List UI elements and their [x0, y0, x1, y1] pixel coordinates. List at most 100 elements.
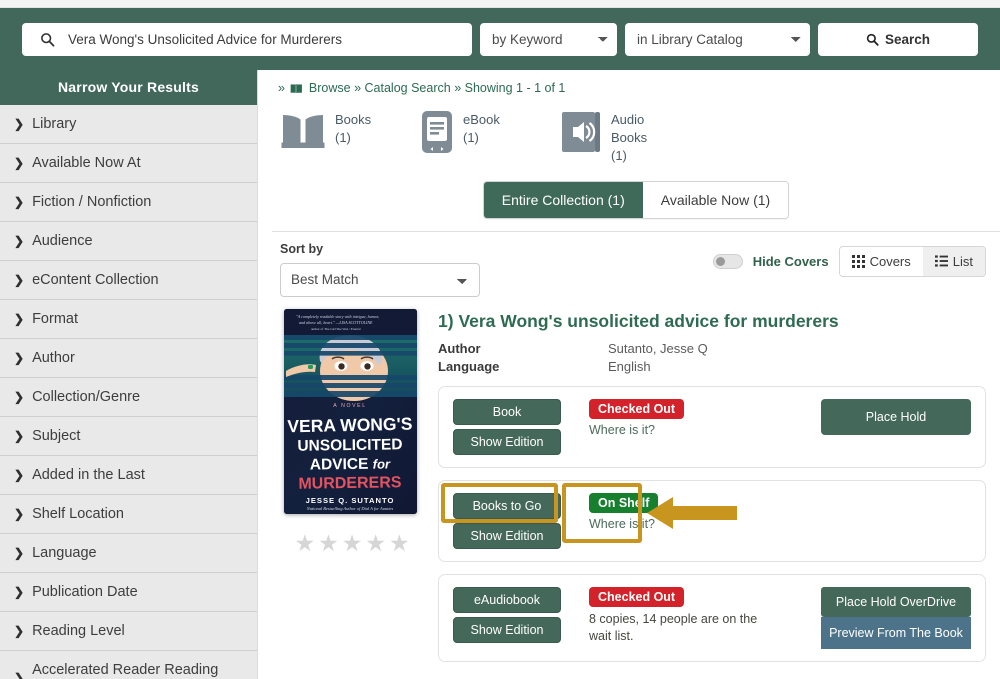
meta-value-language: English	[608, 359, 986, 374]
facet-available-now-at[interactable]: ❯ Available Now At	[0, 144, 257, 183]
facet-econtent-collection[interactable]: ❯ eContent Collection	[0, 261, 257, 300]
search-button[interactable]: Search	[818, 23, 978, 56]
breadcrumb-catalog-search[interactable]: Catalog Search	[365, 81, 451, 95]
where-is-it-link[interactable]: Where is it?	[589, 517, 801, 531]
format-button-books-to-go[interactable]: Books to Go	[453, 493, 561, 519]
sort-select[interactable]: Best Match	[280, 263, 480, 297]
hide-covers-toggle[interactable]	[713, 254, 743, 269]
facet-author[interactable]: ❯ Author	[0, 339, 257, 378]
manifestation-card-books-to-go: Books to Go Show Edition On Shelf Where …	[438, 480, 986, 562]
format-label-text: Audio Books	[611, 112, 647, 145]
format-summary-books[interactable]: Books (1)	[280, 109, 398, 165]
format-count-text: (1)	[463, 130, 479, 145]
chevron-right-icon: ❯	[14, 156, 24, 170]
chevron-right-icon: ❯	[14, 312, 24, 326]
show-edition-button[interactable]: Show Edition	[453, 429, 561, 455]
book-cover-image[interactable]: "A completely readable story with intrig…	[284, 309, 417, 514]
sort-and-view-controls: Sort by Best Match Hide Covers	[272, 232, 1000, 297]
star-icon[interactable]: ★	[318, 532, 339, 555]
facet-publication-date[interactable]: ❯ Publication Date	[0, 573, 257, 612]
chevron-right-icon: ❯	[14, 390, 24, 404]
breadcrumb-sep: »	[354, 81, 361, 95]
tab-available-now[interactable]: Available Now (1)	[643, 182, 788, 218]
format-summary-audio-books[interactable]: Audio Books (1)	[560, 109, 678, 165]
format-label-text: Books	[335, 112, 371, 127]
open-book-icon	[280, 109, 326, 153]
facet-shelf-location[interactable]: ❯ Shelf Location	[0, 495, 257, 534]
copies-availability-text: 8 copies, 14 people are on the wait list…	[589, 611, 779, 645]
facet-ar-reading-level[interactable]: ❯ Accelerated Reader Reading Level	[0, 651, 257, 679]
collection-tabs: Entire Collection (1) Available Now (1)	[272, 181, 1000, 219]
star-icon[interactable]: ★	[342, 532, 363, 555]
search-field[interactable]	[22, 23, 472, 56]
breadcrumb-showing[interactable]: Showing 1 - 1 of 1	[465, 81, 566, 95]
tab-entire-collection[interactable]: Entire Collection (1)	[484, 182, 643, 218]
sort-label: Sort by	[280, 242, 480, 256]
list-view-button[interactable]: List	[923, 247, 985, 276]
facet-reading-level[interactable]: ❯ Reading Level	[0, 612, 257, 651]
facet-fiction-nonfiction[interactable]: ❯ Fiction / Nonfiction	[0, 183, 257, 222]
breadcrumb-browse[interactable]: Browse	[309, 81, 351, 95]
show-edition-button[interactable]: Show Edition	[453, 617, 561, 643]
search-input[interactable]	[62, 31, 462, 48]
ebook-tablet-icon	[420, 109, 454, 155]
facet-library[interactable]: ❯ Library	[0, 105, 257, 144]
view-controls: Hide Covers	[713, 242, 986, 277]
view-mode-buttons: Covers	[839, 246, 986, 277]
facet-sidebar: Narrow Your Results ❯ Library ❯ Availabl…	[0, 70, 258, 679]
facet-label: Fiction / Nonfiction	[32, 194, 151, 210]
facet-subject[interactable]: ❯ Subject	[0, 417, 257, 456]
sort-control: Sort by Best Match	[280, 242, 480, 297]
format-summary-label: Books (1)	[335, 109, 371, 147]
covers-view-button[interactable]: Covers	[840, 247, 923, 276]
results-main: » Browse » Catalog Search » Showing 1 - …	[258, 70, 1000, 679]
facet-list: ❯ Library ❯ Available Now At ❯ Fiction /…	[0, 105, 257, 679]
status-badge: On Shelf	[589, 493, 658, 513]
star-icon[interactable]: ★	[389, 532, 410, 555]
facet-label: Accelerated Reader Reading Level	[32, 662, 243, 679]
status-badge: Checked Out	[589, 399, 684, 419]
result-title[interactable]: 1) Vera Wong's unsolicited advice for mu…	[438, 311, 986, 332]
search-bar: by Keyword in Library Catalog Search	[22, 23, 978, 56]
facet-label: eContent Collection	[32, 272, 159, 288]
card-actions: Place Hold OverDrive Preview From The Bo…	[821, 587, 971, 649]
star-icon[interactable]: ★	[294, 532, 315, 555]
facet-language[interactable]: ❯ Language	[0, 534, 257, 573]
chevron-right-icon: ❯	[14, 468, 24, 482]
list-icon	[935, 255, 948, 267]
chevron-right-icon: ❯	[14, 546, 24, 560]
format-summary-ebook[interactable]: eBook (1)	[420, 109, 538, 165]
search-scope-select[interactable]: in Library Catalog	[625, 23, 810, 56]
rating-stars[interactable]: ★ ★ ★ ★ ★	[284, 532, 420, 555]
facet-label: Added in the Last	[32, 467, 145, 483]
place-hold-overdrive-button[interactable]: Place Hold OverDrive	[821, 587, 971, 617]
cover-column: "A completely readable story with intrig…	[284, 309, 420, 674]
facet-label: Author	[32, 350, 75, 366]
meta-value-author[interactable]: Sutanto, Jesse Q	[608, 341, 986, 356]
chevron-right-icon: ❯	[14, 429, 24, 443]
format-count-text: (1)	[335, 130, 351, 145]
breadcrumb-sep: »	[454, 81, 461, 95]
chevron-right-icon: ❯	[14, 624, 24, 638]
preview-from-the-book-button[interactable]: Preview From The Book	[821, 617, 971, 649]
facet-collection-genre[interactable]: ❯ Collection/Genre	[0, 378, 257, 417]
covers-view-label: Covers	[870, 254, 911, 269]
facet-audience[interactable]: ❯ Audience	[0, 222, 257, 261]
format-button-book[interactable]: Book	[453, 399, 561, 425]
show-edition-button[interactable]: Show Edition	[453, 523, 561, 549]
format-button-eaudiobook[interactable]: eAudiobook	[453, 587, 561, 613]
where-is-it-link[interactable]: Where is it?	[589, 423, 801, 437]
body: Narrow Your Results ❯ Library ❯ Availabl…	[0, 70, 1000, 679]
place-hold-button[interactable]: Place Hold	[821, 399, 971, 435]
toggle-knob	[716, 257, 725, 266]
search-type-select[interactable]: by Keyword	[480, 23, 617, 56]
star-icon[interactable]: ★	[365, 532, 386, 555]
search-icon	[32, 32, 62, 47]
facet-format[interactable]: ❯ Format	[0, 300, 257, 339]
facet-label: Reading Level	[32, 623, 125, 639]
facet-added-in-the-last[interactable]: ❯ Added in the Last	[0, 456, 257, 495]
facet-label: Shelf Location	[32, 506, 124, 522]
result-number: 1)	[438, 311, 454, 331]
svg-text:JESSE Q. SUTANTO: JESSE Q. SUTANTO	[306, 496, 395, 505]
chevron-right-icon: ❯	[14, 273, 24, 287]
